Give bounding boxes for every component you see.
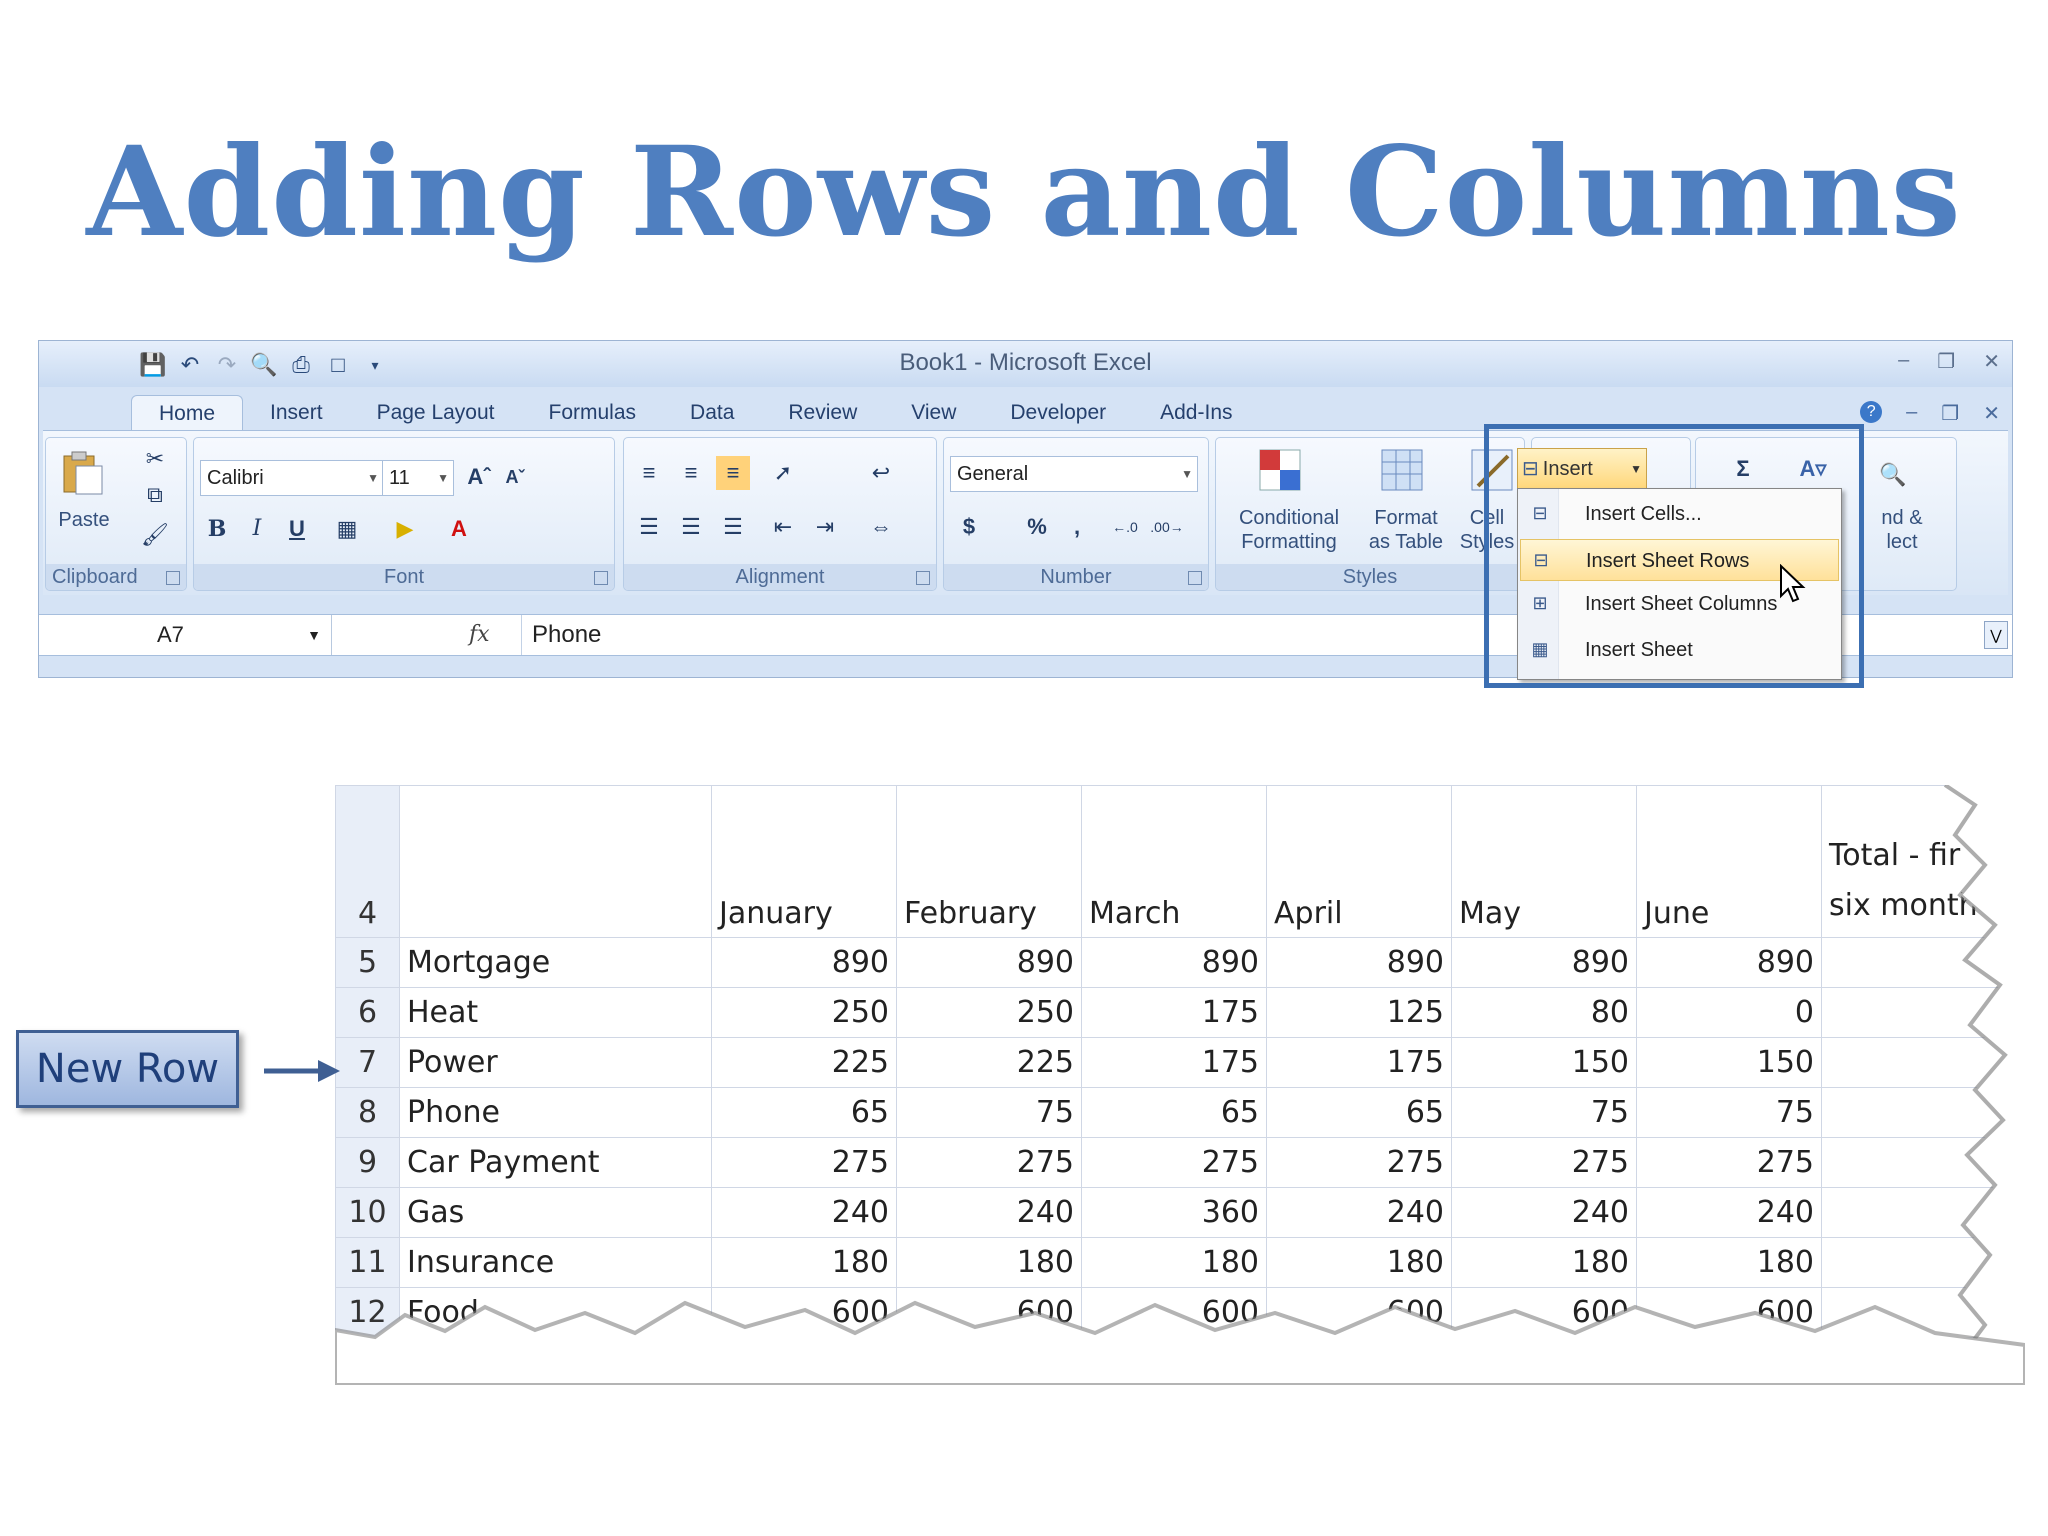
slide-title: Adding Rows and Columns bbox=[86, 120, 1962, 265]
currency-button[interactable]: $ bbox=[952, 510, 986, 544]
paste-icon[interactable] bbox=[58, 448, 106, 496]
conditional-formatting-icon[interactable] bbox=[1256, 446, 1304, 494]
spreadsheet-excerpt: 4 January February March April May June … bbox=[335, 785, 2025, 1385]
align-left-icon[interactable]: ☰ bbox=[632, 510, 666, 544]
number-label: Number bbox=[944, 564, 1208, 590]
align-top-icon[interactable]: ≡ bbox=[632, 456, 666, 490]
font-size-select[interactable]: 11 ▼ bbox=[382, 460, 454, 496]
workbook-close-icon[interactable]: ✕ bbox=[1983, 401, 2000, 426]
tab-view[interactable]: View bbox=[884, 395, 983, 431]
highlight-box bbox=[1484, 424, 1864, 688]
find-select-button[interactable]: nd & lect bbox=[1872, 506, 1932, 554]
alignment-label: Alignment bbox=[624, 564, 936, 590]
conditional-formatting-button[interactable]: Conditional Formatting bbox=[1216, 506, 1362, 554]
grow-font-icon[interactable]: Aˆ bbox=[462, 460, 496, 494]
font-group: Calibri ▼ 11 ▼ Aˆ Aˇ B I U ▦ ▶ A Font bbox=[193, 437, 615, 591]
insert-function-icon[interactable]: fx bbox=[469, 615, 490, 655]
minimize-icon[interactable]: – bbox=[1898, 349, 1909, 374]
wrap-text-icon[interactable]: ↩ bbox=[864, 456, 898, 490]
formula-input[interactable]: Phone bbox=[521, 615, 601, 655]
window-title: Book1 - Microsoft Excel bbox=[899, 349, 1152, 376]
tab-home[interactable]: Home bbox=[131, 395, 244, 431]
window-controls: – ❐ ✕ bbox=[1898, 349, 2000, 374]
close-icon[interactable]: ✕ bbox=[1983, 349, 2000, 374]
cut-icon[interactable]: ✂ bbox=[138, 442, 172, 476]
alignment-launcher-icon[interactable] bbox=[916, 571, 930, 585]
name-box[interactable]: A7 ▼ bbox=[39, 615, 332, 655]
workbook-controls: ? – ❐ ✕ bbox=[1860, 401, 2000, 426]
font-label: Font bbox=[194, 564, 614, 590]
borders-icon[interactable]: ▦ bbox=[330, 512, 364, 546]
italic-button[interactable]: I bbox=[240, 512, 274, 546]
align-bottom-icon[interactable]: ≡ bbox=[716, 456, 750, 490]
tab-formulas[interactable]: Formulas bbox=[522, 395, 664, 431]
new-row-callout: New Row bbox=[16, 1030, 239, 1108]
comma-button[interactable]: , bbox=[1060, 510, 1094, 544]
number-launcher-icon[interactable] bbox=[1188, 571, 1202, 585]
title-bar: 💾 ↶ ↷ 🔍 ⎙ □ ▾ Book1 - Microsoft Excel – … bbox=[39, 341, 2012, 387]
ribbon-tabs: Home Insert Page Layout Formulas Data Re… bbox=[131, 395, 1260, 431]
format-as-table-button[interactable]: Format as Table bbox=[1356, 506, 1456, 554]
styles-group: Conditional Formatting Format as Table Cel… bbox=[1215, 437, 1525, 591]
clipboard-label: Clipboard bbox=[46, 564, 186, 590]
find-select-icon[interactable]: 🔍 bbox=[1876, 458, 1910, 492]
format-painter-icon[interactable]: 🖌 bbox=[138, 518, 172, 552]
percent-button[interactable]: % bbox=[1020, 510, 1054, 544]
font-color-icon[interactable]: A bbox=[442, 512, 476, 546]
merge-center-icon[interactable]: ⇔ bbox=[864, 510, 898, 544]
clipboard-group: Paste ✂ ⧉ 🖌 Clipboard bbox=[45, 437, 187, 591]
bold-button[interactable]: B bbox=[200, 512, 234, 546]
restore-icon[interactable]: ❐ bbox=[1937, 349, 1955, 374]
tab-review[interactable]: Review bbox=[761, 395, 884, 431]
expand-formula-bar-icon[interactable]: ⋁ bbox=[1984, 621, 2008, 649]
tab-page-layout[interactable]: Page Layout bbox=[350, 395, 522, 431]
align-center-icon[interactable]: ☰ bbox=[674, 510, 708, 544]
clipboard-launcher-icon[interactable] bbox=[166, 571, 180, 585]
fill-color-icon[interactable]: ▶ bbox=[388, 512, 422, 546]
increase-indent-icon[interactable]: ⇥ bbox=[808, 510, 842, 544]
underline-button[interactable]: U bbox=[280, 512, 314, 546]
copy-icon[interactable]: ⧉ bbox=[138, 478, 172, 512]
tab-developer[interactable]: Developer bbox=[983, 395, 1133, 431]
paste-button[interactable]: Paste bbox=[54, 508, 114, 532]
number-format-select[interactable]: General ▼ bbox=[950, 456, 1198, 492]
arrow-icon bbox=[264, 1060, 340, 1082]
align-right-icon[interactable]: ☰ bbox=[716, 510, 750, 544]
tab-add-ins[interactable]: Add-Ins bbox=[1133, 395, 1259, 431]
align-middle-icon[interactable]: ≡ bbox=[674, 456, 708, 490]
tab-insert[interactable]: Insert bbox=[243, 395, 350, 431]
font-launcher-icon[interactable] bbox=[594, 571, 608, 585]
shrink-font-icon[interactable]: Aˇ bbox=[498, 460, 532, 494]
orientation-icon[interactable]: ➚ bbox=[766, 456, 800, 490]
torn-edge bbox=[335, 785, 2025, 1385]
mouse-pointer-icon bbox=[1780, 564, 1806, 603]
alignment-group: ≡ ≡ ≡ ➚ ↩ ☰ ☰ ☰ ⇤ ⇥ ⇔ Alignment bbox=[623, 437, 937, 591]
help-icon[interactable]: ? bbox=[1860, 401, 1883, 423]
decrease-indent-icon[interactable]: ⇤ bbox=[766, 510, 800, 544]
font-name-select[interactable]: Calibri ▼ bbox=[200, 460, 384, 496]
workbook-minimize-icon[interactable]: – bbox=[1906, 401, 1917, 426]
tab-data[interactable]: Data bbox=[663, 395, 761, 431]
styles-label: Styles bbox=[1216, 564, 1524, 590]
format-as-table-icon[interactable] bbox=[1378, 446, 1426, 494]
number-group: General ▼ $ % , ←.0 .00→ Number bbox=[943, 437, 1209, 591]
workbook-restore-icon[interactable]: ❐ bbox=[1941, 401, 1959, 426]
decrease-decimal-icon[interactable]: .00→ bbox=[1150, 510, 1184, 544]
increase-decimal-icon[interactable]: ←.0 bbox=[1108, 510, 1142, 544]
